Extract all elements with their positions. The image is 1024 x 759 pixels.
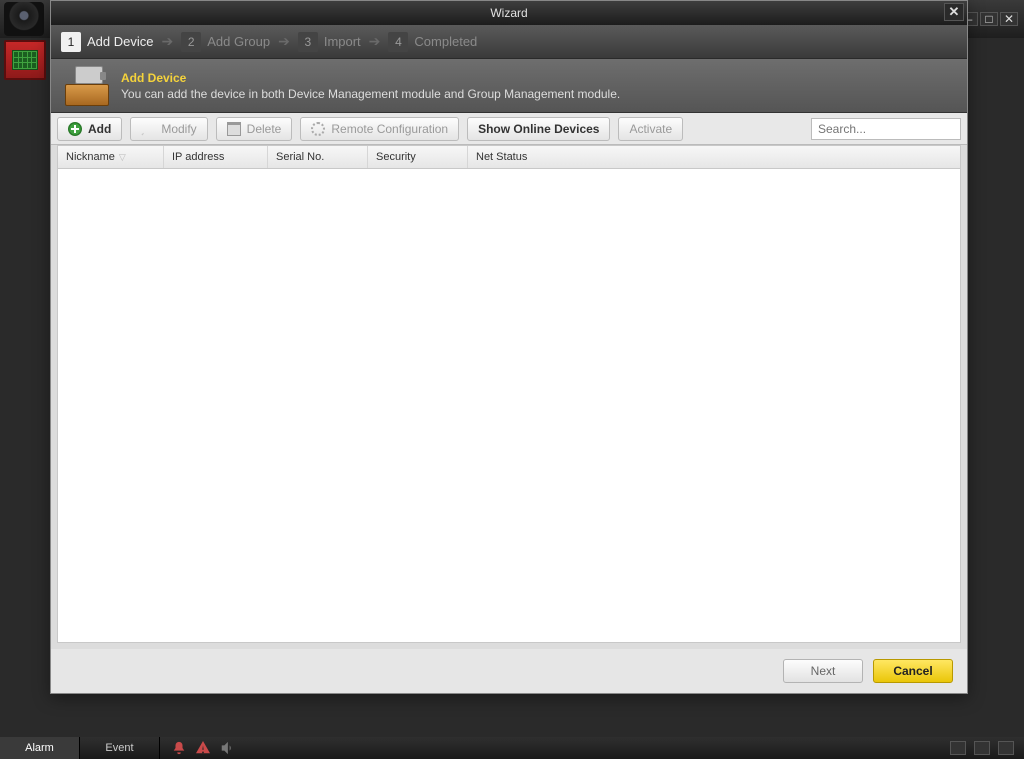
- dialog-footer: Next Cancel: [51, 649, 967, 693]
- info-banner: Add Device You can add the device in bot…: [51, 59, 967, 113]
- wizard-steps: 1 Add Device ➔ 2 Add Group ➔ 3 Import ➔ …: [51, 25, 967, 59]
- modify-button[interactable]: Modify: [130, 117, 207, 141]
- col-nickname[interactable]: Nickname ▽: [58, 146, 164, 168]
- step-4-label: Completed: [414, 34, 477, 49]
- add-button-label: Add: [88, 122, 111, 136]
- modify-button-label: Modify: [161, 122, 196, 136]
- cancel-button[interactable]: Cancel: [873, 659, 953, 683]
- banner-heading: Add Device: [121, 71, 620, 85]
- arrow-icon: ➔: [278, 33, 290, 50]
- close-button[interactable]: ✕: [1000, 12, 1018, 26]
- restore-button[interactable]: □: [980, 12, 998, 26]
- step-1-label: Add Device: [87, 34, 153, 49]
- dialog-title: Wizard: [490, 6, 527, 20]
- pencil-icon: [141, 122, 155, 136]
- add-button[interactable]: Add: [57, 117, 122, 141]
- trash-icon: [227, 122, 241, 136]
- step-4-number: 4: [388, 32, 408, 52]
- col-ip-address[interactable]: IP address: [164, 146, 268, 168]
- delete-button[interactable]: Delete: [216, 117, 293, 141]
- status-button-1[interactable]: [950, 741, 966, 755]
- bell-icon[interactable]: [172, 741, 186, 755]
- step-2-number: 2: [181, 32, 201, 52]
- wizard-dialog: Wizard ✕ 1 Add Device ➔ 2 Add Group ➔ 3 …: [50, 0, 968, 694]
- sidebar-tile-monitor[interactable]: [4, 40, 46, 80]
- show-online-label: Show Online Devices: [478, 122, 599, 136]
- speaker-icon[interactable]: [220, 741, 234, 755]
- activate-label: Activate: [629, 122, 672, 136]
- step-1-number: 1: [61, 32, 81, 52]
- gear-icon: [311, 122, 325, 136]
- step-3-label: Import: [324, 34, 361, 49]
- statusbar: Alarm Event: [0, 737, 1024, 759]
- delete-button-label: Delete: [247, 122, 282, 136]
- activate-button[interactable]: Activate: [618, 117, 683, 141]
- next-button[interactable]: Next: [783, 659, 863, 683]
- alert-icon[interactable]: [196, 741, 210, 755]
- step-3-number: 3: [298, 32, 318, 52]
- grid-body: [57, 169, 961, 643]
- remote-config-button[interactable]: Remote Configuration: [300, 117, 459, 141]
- col-serial-no[interactable]: Serial No.: [268, 146, 368, 168]
- dialog-close-button[interactable]: ✕: [944, 3, 964, 21]
- device-box-icon: [65, 66, 109, 106]
- arrow-icon: ➔: [161, 33, 173, 50]
- device-grid: Nickname ▽ IP address Serial No. Securit…: [51, 145, 967, 649]
- show-online-devices-button[interactable]: Show Online Devices: [467, 117, 610, 141]
- search-input[interactable]: [811, 118, 961, 140]
- step-2-label: Add Group: [207, 34, 270, 49]
- statusbar-tab-event[interactable]: Event: [80, 737, 160, 759]
- status-button-3[interactable]: [998, 741, 1014, 755]
- col-net-status[interactable]: Net Status: [468, 146, 960, 168]
- arrow-icon: ➔: [369, 33, 381, 50]
- col-security[interactable]: Security: [368, 146, 468, 168]
- grid-header: Nickname ▽ IP address Serial No. Securit…: [57, 145, 961, 169]
- app-logo-icon: [4, 2, 44, 36]
- statusbar-tab-alarm[interactable]: Alarm: [0, 737, 80, 759]
- banner-description: You can add the device in both Device Ma…: [121, 87, 620, 101]
- toolbar: Add Modify Delete Remote Configuration S…: [51, 113, 967, 145]
- dialog-titlebar: Wizard ✕: [51, 1, 967, 25]
- sort-icon: ▽: [119, 152, 126, 163]
- remote-config-label: Remote Configuration: [331, 122, 448, 136]
- plus-icon: [68, 122, 82, 136]
- status-button-2[interactable]: [974, 741, 990, 755]
